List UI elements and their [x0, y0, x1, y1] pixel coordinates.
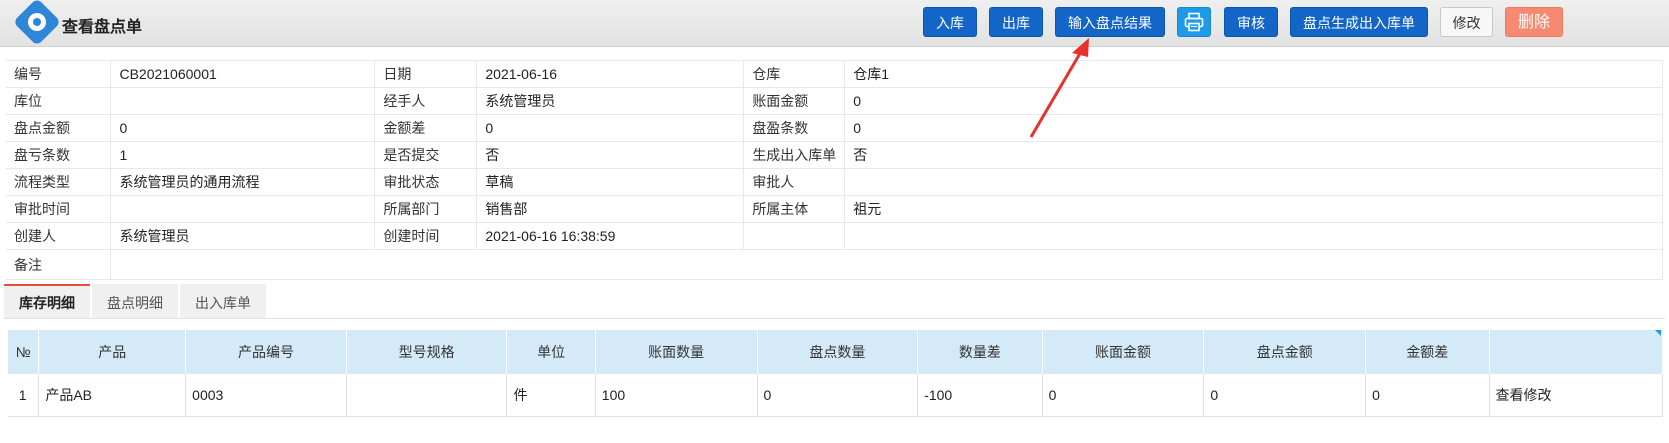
info-row: 盘点金额 0 金额差 0 盘盈条数 0	[6, 114, 1663, 142]
info-label: 账面金额	[743, 87, 846, 115]
info-row: 审批时间 所属部门 销售部 所属主体 祖元	[6, 195, 1663, 223]
info-label: 仓库	[743, 60, 846, 88]
view-edit-link[interactable]: 查看修改	[1489, 374, 1663, 417]
column-header: 账面金额	[1042, 330, 1205, 374]
info-value: 系统管理员的通用流程	[110, 168, 376, 196]
edit-button[interactable]: 修改	[1440, 7, 1493, 37]
table-cell: 0	[1365, 374, 1490, 417]
table-cell	[346, 374, 508, 417]
info-label: 审批状态	[374, 168, 478, 196]
table-header-row: № 产品 产品编号 型号规格 单位 账面数量 盘点数量 数量差 账面金额 盘点金额 金额差	[8, 330, 1663, 374]
info-row: 编号 CB2021060001 日期 2021-06-16 仓库 仓库1	[6, 60, 1663, 88]
info-value	[110, 87, 376, 115]
info-value: 祖元	[844, 195, 1663, 223]
tab-in-out-orders[interactable]: 出入库单	[180, 284, 266, 318]
table-cell: 0	[1203, 374, 1367, 417]
info-label: 盘亏条数	[6, 141, 112, 169]
info-label: 盘盈条数	[743, 114, 846, 142]
info-label: 日期	[374, 60, 478, 88]
audit-button[interactable]: 审核	[1224, 7, 1278, 37]
info-value: 草稿	[476, 168, 745, 196]
info-label: 金额差	[374, 114, 478, 142]
info-label: 审批人	[743, 168, 846, 196]
info-value: 2021-06-16	[476, 60, 745, 88]
column-header: 单位	[506, 330, 596, 374]
column-header: 产品编号	[185, 330, 347, 374]
eye-logo-icon	[12, 0, 62, 47]
info-grid: 编号 CB2021060001 日期 2021-06-16 仓库 仓库1 库位 经手人 系统管理…	[6, 60, 1663, 280]
column-header: 数量差	[917, 330, 1043, 374]
generate-in-out-order-button[interactable]: 盘点生成出入库单	[1290, 7, 1428, 37]
info-value: 0	[844, 114, 1663, 142]
info-row: 库位 经手人 系统管理员 账面金额 0	[6, 87, 1663, 115]
info-label: 创建时间	[374, 222, 478, 250]
column-header: 产品	[38, 330, 187, 374]
column-header: 金额差	[1365, 330, 1490, 374]
column-header	[1489, 330, 1663, 374]
info-value: 0	[110, 114, 376, 142]
table-row: 1 产品AB 0003 件 100 0 -100 0 0 0 查看修改	[8, 374, 1663, 417]
info-label: 是否提交	[374, 141, 478, 169]
info-value: 否	[476, 141, 745, 169]
column-header: №	[8, 330, 40, 374]
tab-count-detail[interactable]: 盘点明细	[92, 284, 178, 318]
info-label: 所属部门	[374, 195, 478, 223]
table-cell: 1	[8, 374, 40, 417]
page-header: 查看盘点单 入库 出库 输入盘点结果 审核 盘点生成出入库单 修改 删除	[0, 0, 1669, 47]
column-header: 盘点金额	[1203, 330, 1367, 374]
table-cell: 产品AB	[38, 374, 187, 417]
table-cell: 100	[595, 374, 758, 417]
table-corner-marker	[1655, 330, 1661, 336]
column-header: 账面数量	[595, 330, 758, 374]
info-value: 2021-06-16 16:38:59	[476, 222, 745, 250]
table-cell: -100	[917, 374, 1043, 417]
info-row: 盘亏条数 1 是否提交否生成出入库单否	[6, 141, 1663, 169]
printer-icon	[1184, 12, 1204, 32]
table-cell: 件	[506, 374, 596, 417]
delete-button[interactable]: 删除	[1505, 7, 1563, 37]
table-cell: 0003	[185, 374, 347, 417]
column-header: 盘点数量	[757, 330, 919, 374]
info-value: 否	[844, 141, 1663, 169]
info-value: 0	[476, 114, 745, 142]
info-value: 0	[844, 87, 1663, 115]
info-label	[743, 222, 846, 250]
out-stock-button[interactable]: 出库	[989, 7, 1043, 37]
info-label: 盘点金额	[6, 114, 112, 142]
info-label: 生成出入库单	[743, 141, 846, 169]
info-label: 流程类型	[6, 168, 112, 196]
info-value: 系统管理员	[476, 87, 745, 115]
info-row: 流程类型 系统管理员的通用流程 审批状态 草稿 审批人	[6, 168, 1663, 196]
info-value	[110, 195, 376, 223]
info-value: 系统管理员	[110, 222, 376, 250]
column-header: 型号规格	[346, 330, 508, 374]
input-count-result-button[interactable]: 输入盘点结果	[1055, 7, 1165, 37]
info-value	[844, 168, 1663, 196]
info-label: 编号	[6, 60, 112, 88]
info-value: 1	[110, 141, 376, 169]
info-value: 销售部	[476, 195, 745, 223]
info-label: 创建人	[6, 222, 112, 250]
detail-tabs: 库存明细 盘点明细 出入库单	[4, 284, 1665, 319]
info-label: 经手人	[374, 87, 478, 115]
tab-inventory-detail[interactable]: 库存明细	[4, 284, 90, 318]
info-label: 库位	[6, 87, 112, 115]
page-title: 查看盘点单	[62, 19, 143, 36]
info-label: 所属主体	[743, 195, 846, 223]
info-row: 创建人 系统管理员 创建时间 2021-06-16 16:38:59	[6, 222, 1663, 250]
info-value: CB2021060001	[110, 60, 376, 88]
table-cell: 0	[757, 374, 919, 417]
info-label: 审批时间	[6, 195, 112, 223]
info-value	[844, 222, 1663, 250]
inventory-detail-table: № 产品 产品编号 型号规格 单位 账面数量 盘点数量 数量差 账面金额 盘点金额 金额差 1 产品A…	[8, 330, 1663, 417]
info-row-remark: 备注	[6, 249, 1663, 280]
info-value-remark	[110, 249, 1663, 280]
in-stock-button[interactable]: 入库	[923, 7, 977, 37]
print-button[interactable]	[1177, 7, 1211, 37]
info-value: 仓库1	[844, 60, 1663, 88]
table-cell: 0	[1042, 374, 1205, 417]
info-label-remark: 备注	[6, 249, 112, 280]
